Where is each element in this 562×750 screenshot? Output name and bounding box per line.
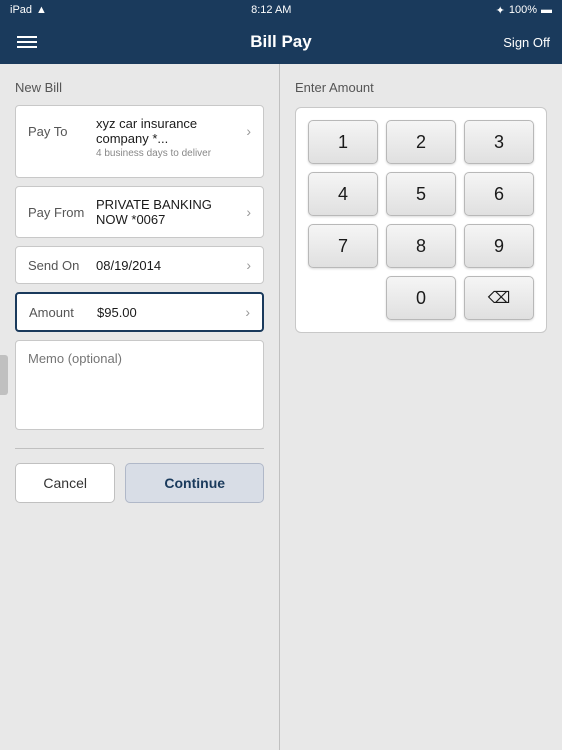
amount-label: Amount: [29, 305, 89, 320]
battery-percent: 100%: [509, 4, 537, 16]
numpad: 123 456 7890⌫: [295, 107, 547, 333]
pay-to-top: Pay To xyz car insurance company *... ›: [28, 116, 251, 146]
status-bar-left: iPad ▲: [10, 4, 47, 16]
pay-from-value: PRIVATE BANKING NOW *0067: [96, 197, 240, 227]
battery-icon: ▬: [541, 4, 552, 16]
bluetooth-icon: ✦: [496, 4, 505, 17]
carrier-label: iPad: [10, 4, 32, 16]
nav-title: Bill Pay: [250, 32, 311, 52]
pay-to-value: xyz car insurance company *...: [96, 116, 240, 146]
numpad-key-6[interactable]: 6: [464, 172, 534, 216]
numpad-key-8[interactable]: 8: [386, 224, 456, 268]
pay-from-label: Pay From: [28, 205, 88, 220]
numpad-empty: [308, 276, 378, 320]
main-content: New Bill Pay To xyz car insurance compan…: [0, 64, 562, 750]
menu-button[interactable]: [12, 31, 42, 53]
continue-button[interactable]: Continue: [125, 463, 264, 503]
numpad-backspace-key[interactable]: ⌫: [464, 276, 534, 320]
pay-from-chevron-icon: ›: [246, 204, 251, 220]
pay-from-row[interactable]: Pay From PRIVATE BANKING NOW *0067 ›: [15, 186, 264, 238]
wifi-icon: ▲: [36, 4, 47, 16]
enter-amount-label: Enter Amount: [295, 80, 547, 95]
pay-to-chevron-icon: ›: [246, 123, 251, 139]
cancel-button[interactable]: Cancel: [15, 463, 115, 503]
numpad-key-1[interactable]: 1: [308, 120, 378, 164]
signoff-button[interactable]: Sign Off: [503, 35, 550, 50]
status-bar: iPad ▲ 8:12 AM ✦ 100% ▬: [0, 0, 562, 20]
amount-chevron-icon: ›: [245, 304, 250, 320]
pay-to-label: Pay To: [28, 124, 88, 139]
buttons-row: Cancel Continue: [15, 463, 264, 503]
send-on-chevron-icon: ›: [246, 257, 251, 273]
send-on-row[interactable]: Send On 08/19/2014 ›: [15, 246, 264, 284]
numpad-key-5[interactable]: 5: [386, 172, 456, 216]
numpad-key-0[interactable]: 0: [386, 276, 456, 320]
memo-field[interactable]: [15, 340, 264, 430]
pay-to-row[interactable]: Pay To xyz car insurance company *... › …: [15, 105, 264, 178]
status-bar-right: ✦ 100% ▬: [496, 4, 552, 17]
nav-bar: Bill Pay Sign Off: [0, 20, 562, 64]
numpad-key-7[interactable]: 7: [308, 224, 378, 268]
numpad-key-4[interactable]: 4: [308, 172, 378, 216]
status-bar-time: 8:12 AM: [251, 4, 291, 16]
numpad-key-9[interactable]: 9: [464, 224, 534, 268]
pay-to-subtext: 4 business days to deliver: [96, 148, 211, 159]
right-panel: Enter Amount 123 456 7890⌫: [280, 64, 562, 750]
numpad-key-2[interactable]: 2: [386, 120, 456, 164]
left-panel: New Bill Pay To xyz car insurance compan…: [0, 64, 280, 750]
amount-row[interactable]: Amount $95.00 ›: [15, 292, 264, 332]
send-on-value: 08/19/2014: [96, 258, 240, 273]
send-on-label: Send On: [28, 258, 88, 273]
numpad-key-3[interactable]: 3: [464, 120, 534, 164]
divider: [15, 448, 264, 449]
drag-handle[interactable]: [0, 355, 8, 395]
new-bill-label: New Bill: [15, 80, 264, 95]
amount-value: $95.00: [97, 305, 239, 320]
